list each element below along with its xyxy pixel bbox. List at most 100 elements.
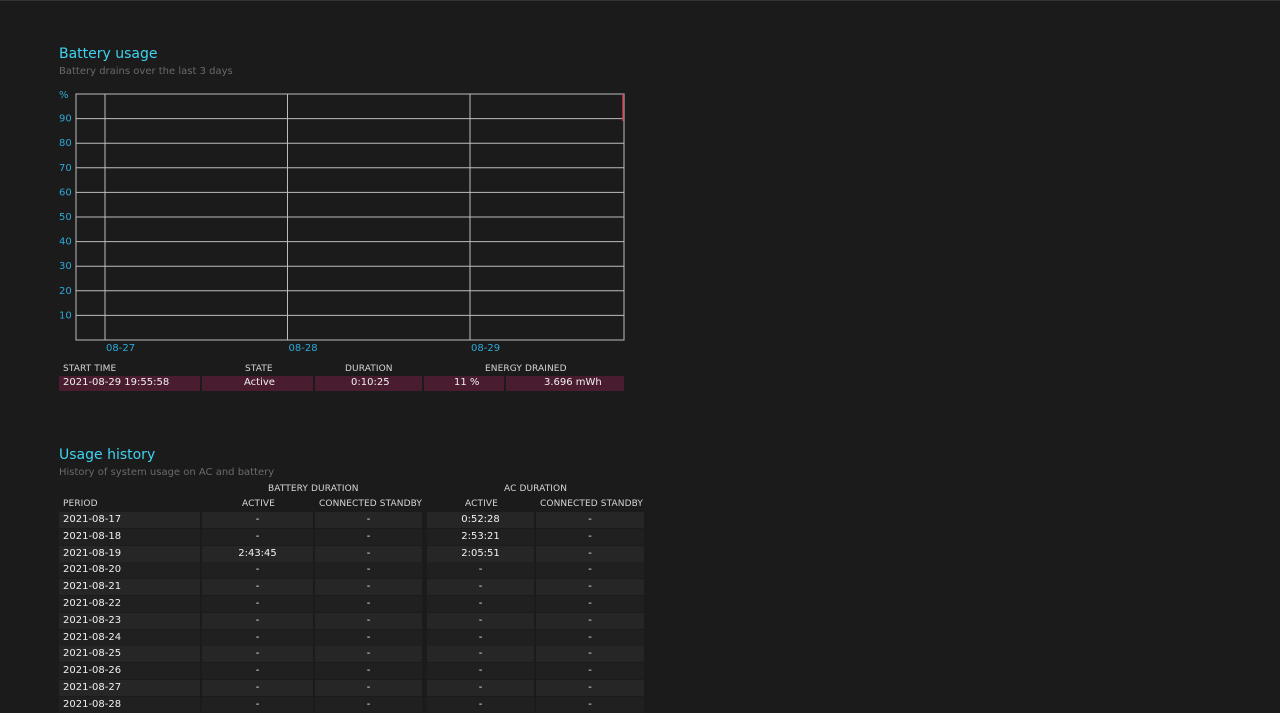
top-divider [0,0,1280,1]
cell-battery-standby: - [366,514,371,525]
drain-energy: 3.696 mWh [544,377,602,388]
y-tick-label: 20 [59,286,72,297]
cell-ac-active: - [478,665,483,677]
cell-period: 2021-08-19 [63,547,122,559]
drain-duration: 0:10:25 [351,377,390,388]
cell-battery-active: - [255,698,260,710]
drains-header-duration: DURATION [345,364,393,374]
cell-battery-active: - [255,581,260,593]
table-row: 2021-08-28 - - - - [59,696,644,713]
cell-ac-standby: - [588,614,592,626]
y-tick-label: 30 [59,261,72,272]
cell-battery-active: - [255,614,260,626]
cell-period: 2021-08-18 [63,530,122,542]
usage-history-title: Usage history [59,447,156,463]
cell-battery-active: - [255,648,260,660]
cell-period: 2021-08-17 [63,514,122,525]
cell-ac-active: 0:52:28 [461,514,500,525]
cell-battery-standby: - [366,648,371,660]
y-tick-label: 60 [59,187,72,198]
history-header-period: PERIOD [63,499,98,509]
usage-history-subtitle: History of system usage on AC and batter… [59,467,275,478]
drain-state: Active [244,377,275,388]
y-axis-label: % [59,90,69,101]
cell-period: 2021-08-22 [63,598,122,609]
cell-battery-active: - [255,514,260,525]
cell-ac-active: - [478,631,483,643]
history-header-battery-standby: CONNECTED STANDBY [319,499,422,509]
cell-battery-active: - [255,564,260,576]
table-row: 2021-08-19 2:43:45 - 2:05:51 - [59,545,644,562]
cell-ac-active: - [478,564,483,576]
cell-battery-standby: - [366,530,371,542]
cell-ac-active: - [478,614,483,626]
cell-period: 2021-08-23 [63,614,122,626]
table-row: 2021-08-21 - - - - [59,579,644,596]
cell-ac-active: 2:53:21 [461,530,500,542]
cell-ac-active: - [478,648,483,660]
y-tick-label: 40 [59,237,72,248]
cell-ac-active: - [478,598,483,609]
cell-period: 2021-08-21 [63,581,122,593]
table-row: 2021-08-26 - - - - [59,663,644,680]
y-tick-label: 10 [59,310,72,321]
cell-period: 2021-08-20 [63,564,122,576]
cell-battery-active: - [255,631,260,643]
cell-battery-standby: - [366,682,371,693]
cell-period: 2021-08-28 [63,698,122,710]
cell-battery-standby: - [366,614,371,626]
drains-header-start-time: START TIME [63,364,117,374]
cell-ac-standby: - [588,665,592,677]
cell-battery-standby: - [366,665,371,677]
cell-ac-standby: - [588,682,592,693]
cell-ac-active: 2:05:51 [461,547,500,559]
x-tick-label: 08-27 [106,343,135,354]
cell-battery-active: - [255,598,260,609]
cell-period: 2021-08-26 [63,665,122,677]
cell-ac-standby: - [588,530,592,542]
cell-battery-standby: - [366,631,371,643]
cell-period: 2021-08-25 [63,648,122,660]
cell-battery-standby: - [366,581,371,593]
table-row: 2021-08-25 - - - - [59,646,644,663]
cell-ac-standby: - [588,581,592,593]
x-tick-label: 08-28 [289,343,318,354]
y-tick-label: 70 [59,163,72,174]
cell-battery-standby: - [366,547,371,559]
y-tick-label: 80 [59,138,72,149]
x-tick-label: 08-29 [471,343,500,354]
cell-battery-standby: - [366,564,371,576]
table-row: 2021-08-27 - - - - [59,680,644,696]
group-header-ac-duration: AC DURATION [504,484,568,494]
battery-drain-chart: 90 80 70 60 50 40 30 20 10% 08-27 08-28 08-29 [59,90,625,354]
battery-usage-subtitle: Battery drains over the last 3 days [59,66,233,77]
drain-percent: 11 % [454,377,480,388]
history-header-battery-active: ACTIVE [242,499,275,509]
cell-ac-active: - [478,682,483,693]
cell-ac-active: - [478,698,483,710]
cell-period: 2021-08-27 [63,682,122,693]
battery-usage-title: Battery usage [59,46,158,62]
y-tick-label: 50 [59,212,72,223]
drains-header-state: STATE [245,364,273,374]
table-row: 2021-08-17 - - 0:52:28 - [59,512,644,528]
cell-ac-active: - [478,581,483,593]
cell-ac-standby: - [588,514,592,525]
cell-battery-standby: - [366,598,371,609]
cell-battery-active: - [255,530,260,542]
cell-battery-active: - [255,665,260,677]
cell-battery-standby: - [366,698,371,710]
drain-start-time: 2021-08-29 19:55:58 [63,377,170,388]
history-header-ac-active: ACTIVE [465,499,498,509]
cell-ac-standby: - [588,598,592,609]
table-row: 2021-08-18 - - 2:53:21 - [59,528,644,545]
cell-period: 2021-08-24 [63,631,122,643]
cell-ac-standby: - [588,648,592,660]
y-tick-label: 90 [59,114,72,125]
group-header-battery-duration: BATTERY DURATION [268,484,359,494]
cell-ac-standby: - [588,564,592,576]
table-row: 2021-08-20 - - - - [59,562,644,579]
table-row: 2021-08-24 - - - - [59,629,644,646]
cell-battery-active: - [255,682,260,693]
drain-row: 2021-08-29 19:55:58 Active 0:10:25 11 % … [59,376,624,391]
